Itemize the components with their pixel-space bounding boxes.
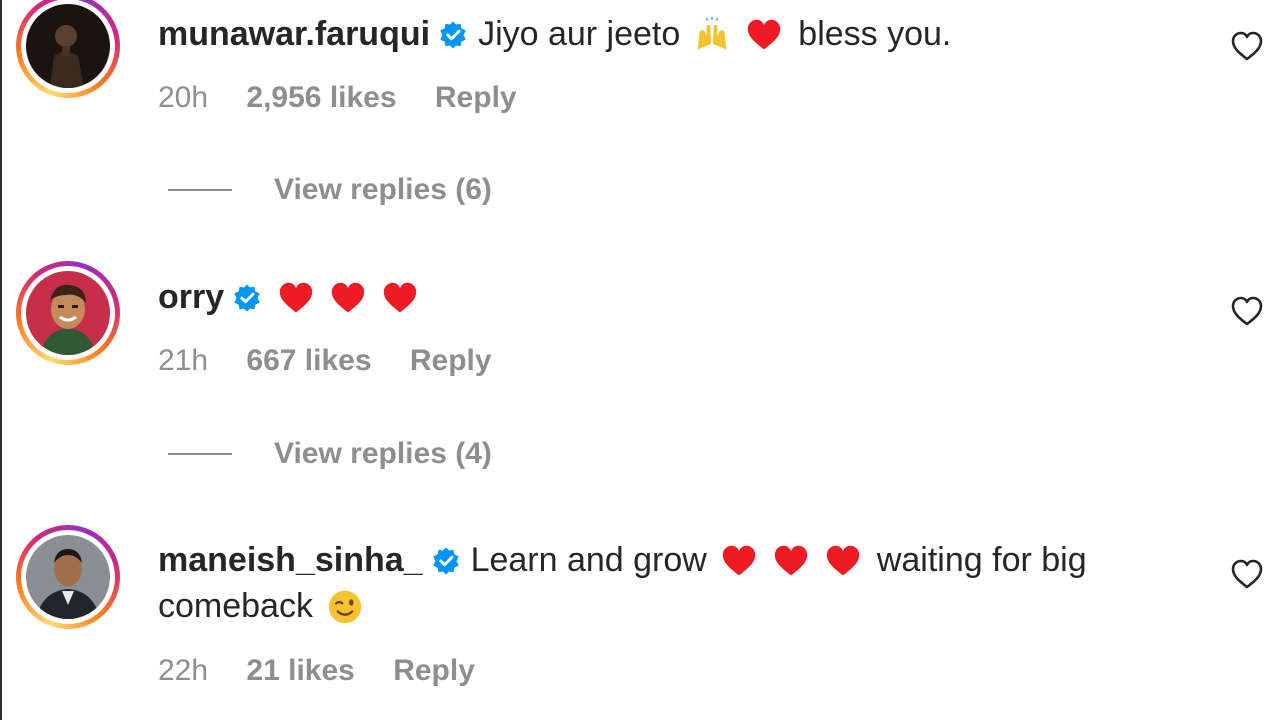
red-heart-emoji — [279, 282, 313, 313]
red-heart-emoji — [722, 545, 756, 576]
replies-divider — [168, 453, 232, 455]
comment-username[interactable]: maneish_sinha_ — [158, 537, 423, 583]
verified-badge-icon — [440, 21, 466, 49]
avatar-story-ring[interactable] — [16, 261, 120, 365]
avatar-story-ring[interactable] — [16, 525, 120, 629]
comment-username[interactable]: orry — [158, 274, 224, 320]
red-heart-emoji — [383, 282, 417, 313]
view-replies-label: View replies (4) — [274, 437, 492, 470]
comment-text-line2: comeback — [158, 587, 313, 625]
reply-button[interactable]: Reply — [435, 81, 517, 114]
avatar — [26, 535, 110, 619]
heart-icon[interactable] — [1230, 294, 1264, 328]
verified-badge-icon — [432, 547, 459, 575]
replies-divider — [168, 189, 232, 191]
comment-time: 22h — [158, 654, 209, 687]
reply-button[interactable]: Reply — [393, 654, 475, 687]
red-heart-emoji — [826, 545, 860, 576]
comment-likes[interactable]: 667 likes — [246, 344, 371, 377]
comment-likes[interactable]: 2,956 likes — [246, 81, 396, 114]
comment-text-end: waiting for big — [876, 541, 1087, 579]
comment-text: Jiyo aur jeeto — [478, 15, 681, 53]
winking-face-emoji — [328, 590, 362, 624]
view-replies-button[interactable]: View replies (6) — [168, 170, 492, 210]
comment-text: Learn and grow — [470, 541, 707, 579]
avatar — [26, 4, 110, 88]
red-heart-emoji — [331, 282, 365, 313]
comment-time: 20h — [158, 81, 209, 114]
view-replies-label: View replies (6) — [274, 173, 492, 206]
avatar — [26, 271, 110, 355]
raising-hands-emoji — [697, 17, 727, 50]
verified-badge-icon — [234, 284, 260, 312]
comment-time: 21h — [158, 344, 209, 377]
window-edge — [0, 0, 2, 720]
comment-text-end: bless you. — [798, 15, 952, 53]
red-heart-emoji — [774, 545, 808, 576]
comment-username[interactable]: munawar.faruqui — [158, 11, 430, 57]
view-replies-button[interactable]: View replies (4) — [168, 434, 492, 474]
reply-button[interactable]: Reply — [410, 344, 492, 377]
avatar-story-ring[interactable] — [16, 0, 120, 98]
heart-icon[interactable] — [1230, 29, 1264, 63]
red-heart-emoji — [748, 19, 781, 50]
heart-icon[interactable] — [1230, 557, 1264, 591]
comment-likes[interactable]: 21 likes — [246, 654, 354, 687]
